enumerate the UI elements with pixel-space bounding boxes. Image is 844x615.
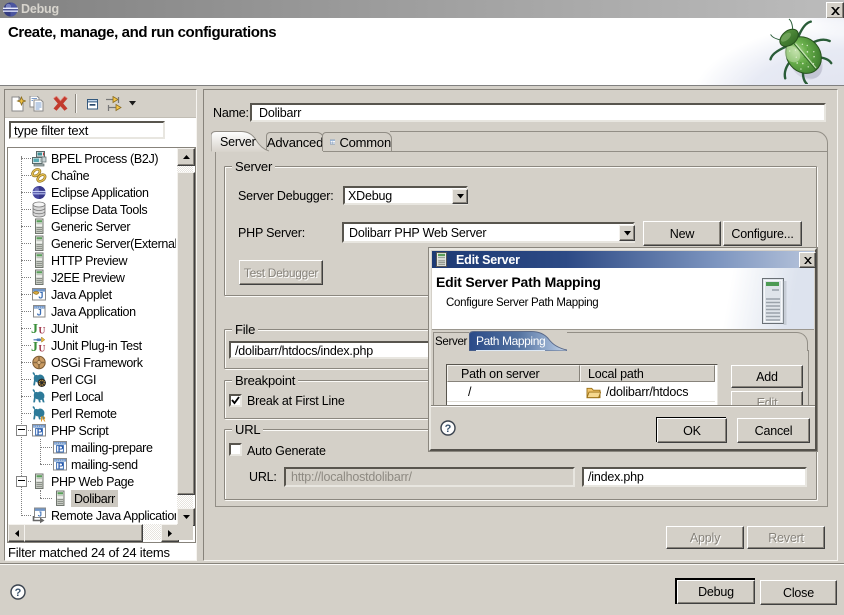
svg-text:?: ? [15,587,22,599]
svg-text:?: ? [445,423,452,435]
